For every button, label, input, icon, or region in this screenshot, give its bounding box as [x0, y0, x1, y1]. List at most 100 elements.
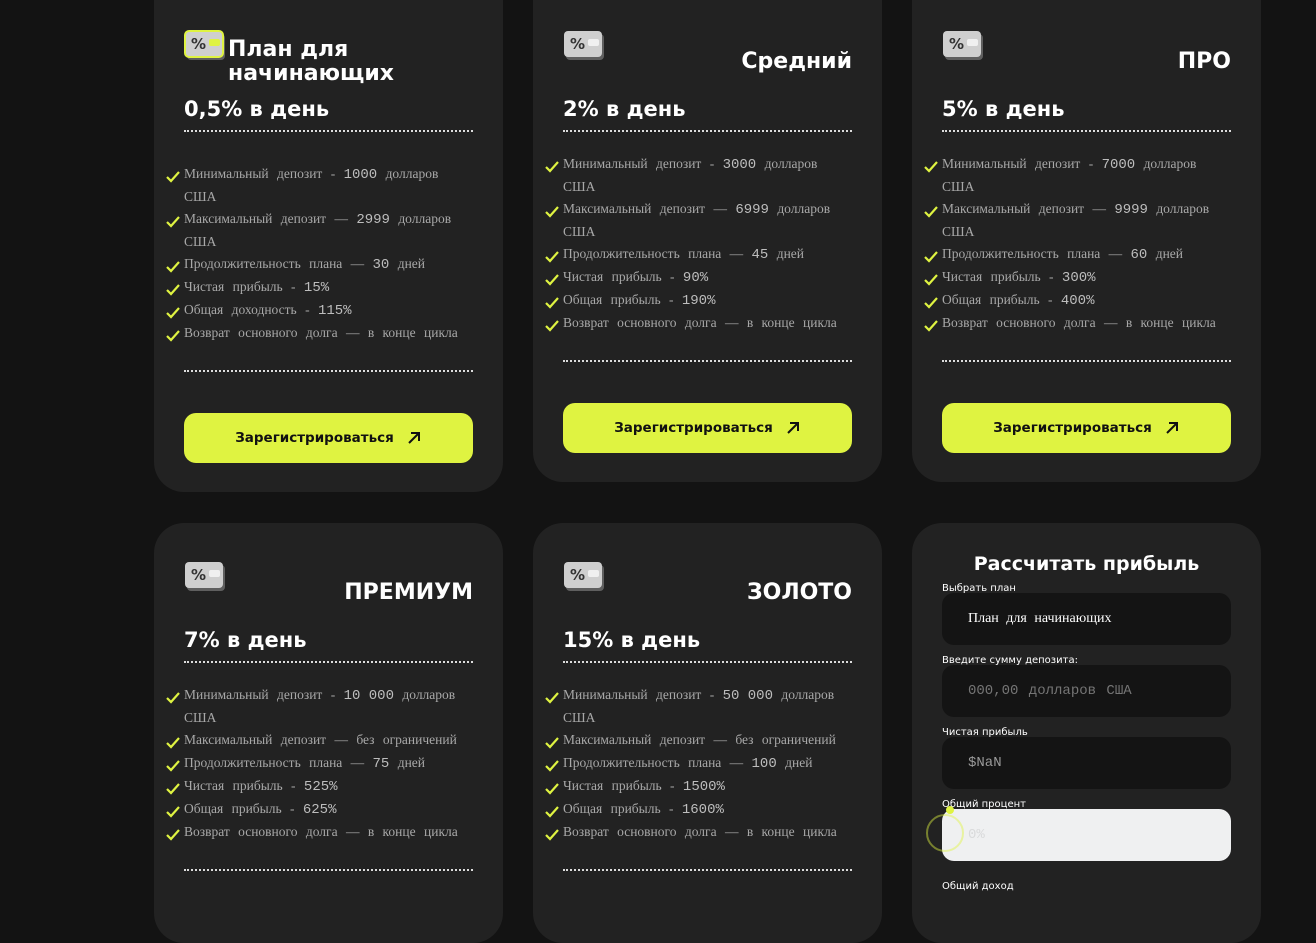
check-icon [545, 780, 559, 795]
feature-item: Возврат основного долга — в конце цикла [545, 312, 854, 335]
feature-item: Чистая прибыль - 15% [166, 276, 475, 299]
slider-handle[interactable] [926, 814, 964, 852]
feature-list: Минимальный депозит - 50 000 долларов СШ… [545, 684, 854, 844]
check-icon [166, 213, 180, 228]
divider [563, 869, 852, 871]
feature-item: Максимальный депозит — 9999 долларов США [924, 198, 1233, 243]
divider [184, 869, 473, 871]
feature-item: Общая прибыль - 190% [545, 289, 854, 312]
plan-name: ПРО [1177, 49, 1231, 74]
check-icon [545, 317, 559, 332]
feature-item: Чистая прибыль - 300% [924, 266, 1233, 289]
percent-card-icon: % [184, 559, 230, 599]
feature-item: Продолжительность плана — 100 дней [545, 752, 854, 775]
profit-calculator: Рассчитать прибыль Выбрать план План для… [912, 523, 1261, 943]
register-button[interactable]: Зарегистрироваться [563, 403, 852, 453]
divider [184, 661, 473, 663]
feature-item: Возврат основного долга — в конце цикла [924, 312, 1233, 335]
svg-text:%: % [570, 35, 585, 53]
check-icon [924, 271, 938, 286]
check-icon [166, 826, 180, 841]
feature-item: Общая прибыль - 400% [924, 289, 1233, 312]
check-icon [924, 203, 938, 218]
feature-item: Продолжительность плана — 30 дней [166, 253, 475, 276]
percent-card-icon: % [563, 28, 609, 68]
arrow-up-right-icon [785, 420, 801, 436]
calculator-title: Рассчитать прибыль [973, 553, 1200, 575]
register-button-label: Зарегистрироваться [235, 430, 394, 446]
svg-text:%: % [191, 35, 206, 53]
percent-card-icon: % [942, 28, 988, 68]
check-icon [924, 248, 938, 263]
feature-item: Минимальный депозит - 50 000 долларов СШ… [545, 684, 854, 729]
plan-card-pro: % ПРО 5% в день Минимальный депозит - 70… [912, 0, 1261, 482]
check-icon [166, 734, 180, 749]
check-icon [166, 780, 180, 795]
plan-rate: 5% в день [942, 97, 1065, 121]
arrow-up-right-icon [406, 430, 422, 446]
divider [184, 370, 473, 372]
percent-card-icon: % [563, 559, 609, 599]
divider [563, 360, 852, 362]
feature-item: Продолжительность плана — 60 дней [924, 243, 1233, 266]
feature-list: Минимальный депозит - 1000 долларов США … [166, 163, 475, 345]
check-icon [166, 803, 180, 818]
feature-item: Возврат основного долга — в конце цикла [166, 821, 475, 844]
plan-card-premium: % ПРЕМИУМ 7% в день Минимальный депозит … [154, 523, 503, 943]
feature-item: Продолжительность плана — 75 дней [166, 752, 475, 775]
check-icon [545, 803, 559, 818]
divider [563, 130, 852, 132]
check-icon [166, 304, 180, 319]
register-button[interactable]: Зарегистрироваться [942, 403, 1231, 453]
feature-item: Чистая прибыль - 90% [545, 266, 854, 289]
feature-item: Общая доходность - 115% [166, 299, 475, 322]
svg-text:%: % [949, 35, 964, 53]
feature-list: Минимальный депозит - 3000 долларов США … [545, 153, 854, 335]
plan-name: Средний [741, 49, 852, 74]
percent-card-icon: % [184, 28, 230, 68]
divider [184, 130, 473, 132]
plan-select[interactable]: План для начинающих [942, 593, 1231, 645]
check-icon [924, 158, 938, 173]
feature-item: Максимальный депозит — 6999 долларов США [545, 198, 854, 243]
feature-item: Максимальный депозит — 2999 долларов США [166, 208, 475, 253]
check-icon [545, 248, 559, 263]
feature-item: Максимальный депозит — без ограничений [166, 729, 475, 752]
feature-item: Минимальный депозит - 1000 долларов США [166, 163, 475, 208]
check-icon [166, 757, 180, 772]
svg-text:%: % [191, 566, 206, 584]
check-icon [545, 271, 559, 286]
feature-item: Чистая прибыль - 525% [166, 775, 475, 798]
feature-item: Возврат основного долга — в конце цикла [545, 821, 854, 844]
check-icon [166, 258, 180, 273]
feature-item: Минимальный депозит - 7000 долларов США [924, 153, 1233, 198]
plan-card-medium: % Средний 2% в день Минимальный депозит … [533, 0, 882, 482]
feature-item: Продолжительность плана — 45 дней [545, 243, 854, 266]
plan-rate: 2% в день [563, 97, 686, 121]
arrow-up-right-icon [1164, 420, 1180, 436]
divider [942, 130, 1231, 132]
check-icon [924, 317, 938, 332]
deposit-input[interactable] [942, 665, 1231, 717]
plan-card-gold: % ЗОЛОТО 15% в день Минимальный депозит … [533, 523, 882, 943]
check-icon [545, 734, 559, 749]
plan-name: ЗОЛОТО [746, 580, 852, 605]
feature-item: Общая прибыль - 625% [166, 798, 475, 821]
total-income-label: Общий доход [942, 881, 1014, 892]
divider [563, 661, 852, 663]
feature-item: Общая прибыль - 1600% [545, 798, 854, 821]
check-icon [545, 826, 559, 841]
feature-item: Минимальный депозит - 10 000 долларов СШ… [166, 684, 475, 729]
feature-item: Возврат основного долга — в конце цикла [166, 322, 475, 345]
net-profit-value: $NaN [942, 737, 1231, 789]
register-button[interactable]: Зарегистрироваться [184, 413, 473, 463]
divider [942, 360, 1231, 362]
check-icon [545, 158, 559, 173]
plan-name: План для начинающих [228, 37, 394, 86]
check-icon [166, 327, 180, 342]
slider-dot [946, 806, 954, 814]
plan-name: ПРЕМИУМ [344, 580, 473, 605]
feature-item: Минимальный депозит - 3000 долларов США [545, 153, 854, 198]
check-icon [166, 168, 180, 183]
feature-list: Минимальный депозит - 7000 долларов США … [924, 153, 1233, 335]
